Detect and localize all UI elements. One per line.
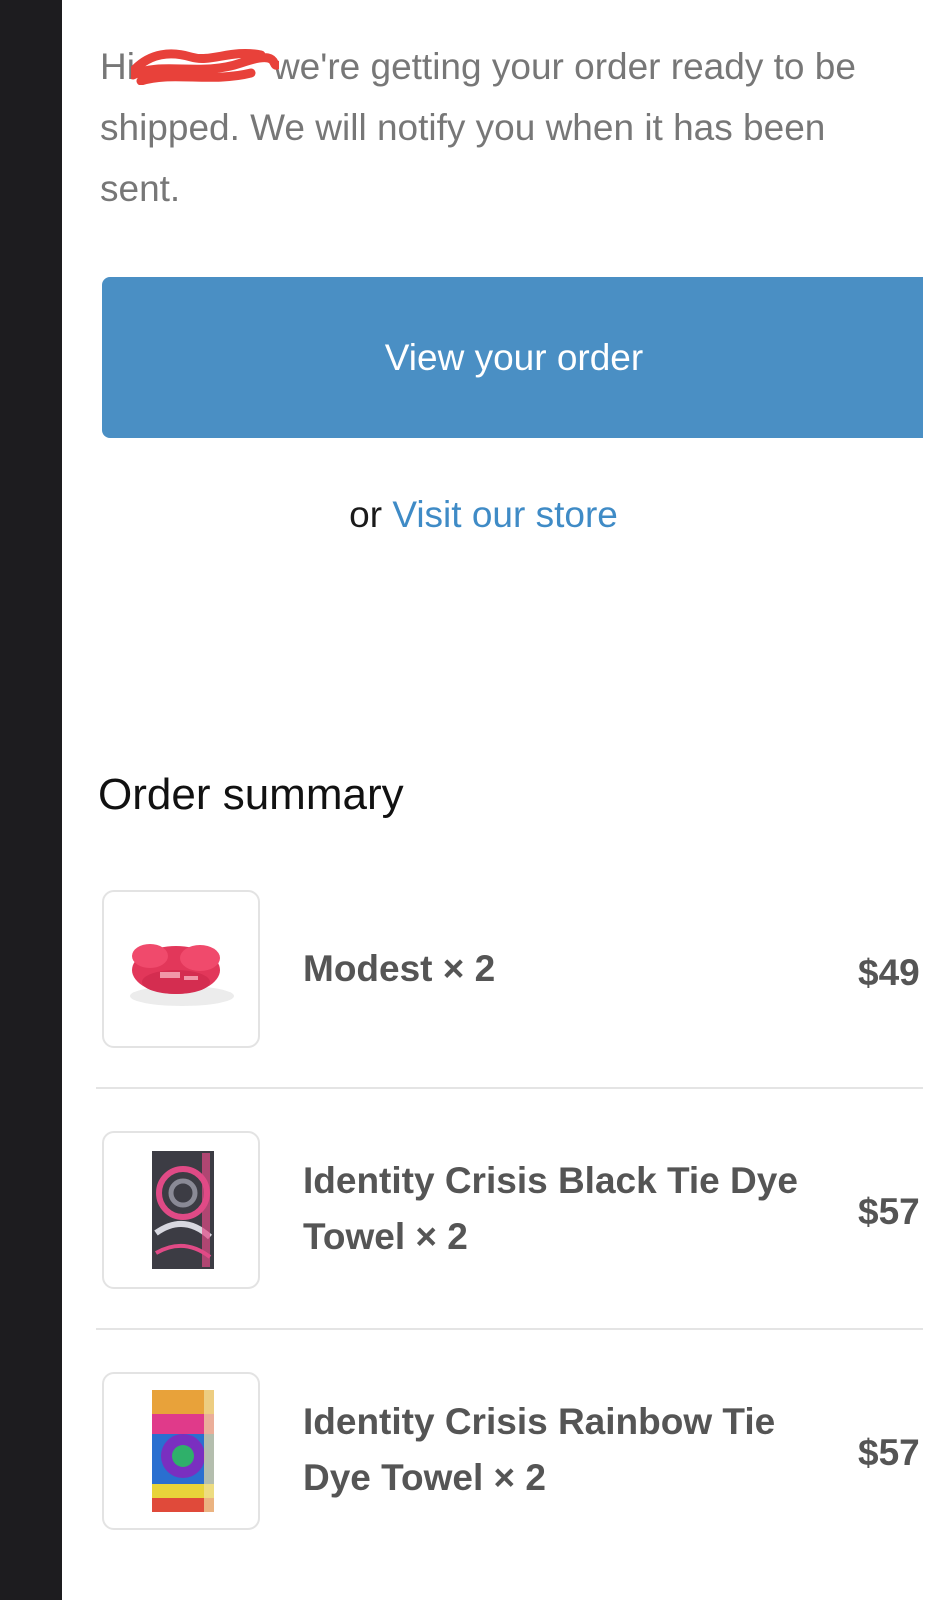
pink-inflatable-chair-thumbnail: [102, 890, 260, 1048]
view-order-button[interactable]: View your order: [102, 277, 923, 438]
item-price: $57: [858, 1191, 920, 1232]
black-tie-dye-towel-thumbnail: [102, 1131, 260, 1289]
order-item: Modest × 2 $49: [98, 890, 923, 1120]
greeting-line-1: Hi we're getting your order ready to be: [100, 46, 856, 87]
rainbow-tie-dye-towel-thumbnail: [102, 1372, 260, 1530]
order-item: Identity Crisis Black Tie Dye Towel × 2 …: [98, 1131, 923, 1361]
item-name: Identity Crisis Rainbow Tie Dye Towel × …: [303, 1401, 776, 1498]
order-summary-title: Order summary: [98, 770, 404, 819]
item-price: $49: [858, 952, 920, 993]
greeting-line-2: shipped. We will notify you when it has …: [100, 107, 826, 148]
email-body: Hi we're getting your order ready to be s…: [62, 0, 923, 1600]
item-price: $57: [858, 1432, 920, 1473]
device-frame-right: [923, 0, 942, 1600]
item-divider: [96, 1328, 923, 1330]
greeting-text: Hi we're getting your order ready to be s…: [100, 36, 923, 219]
redacted-name-scribble: [130, 47, 279, 85]
visit-store-line: or Visit our store: [349, 494, 618, 535]
item-name: Identity Crisis Black Tie Dye Towel × 2: [303, 1160, 798, 1257]
greeting-line-3: sent.: [100, 168, 181, 209]
visit-store-link[interactable]: Visit our store: [392, 494, 618, 535]
item-divider: [96, 1087, 923, 1089]
device-frame-left: [0, 0, 62, 1600]
order-item: Identity Crisis Rainbow Tie Dye Towel × …: [98, 1372, 923, 1600]
item-name: Modest × 2: [303, 948, 496, 989]
